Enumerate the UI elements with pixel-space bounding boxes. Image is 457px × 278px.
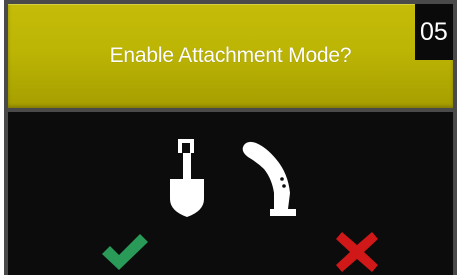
countdown-timer: 05: [415, 4, 453, 60]
dialog-title: Enable Attachment Mode?: [109, 44, 352, 67]
checkmark-icon: [102, 234, 148, 270]
confirm-button[interactable]: [100, 232, 150, 272]
dialog-frame: Enable Attachment Mode? 05: [4, 0, 457, 275]
mode-icons: [8, 112, 453, 222]
joystick-icon: [242, 141, 296, 216]
shovel-icon: [170, 139, 204, 217]
dialog-body: [8, 112, 453, 275]
x-icon: [336, 232, 378, 272]
dialog-header: Enable Attachment Mode? 05: [8, 4, 453, 108]
cancel-button[interactable]: [334, 230, 380, 274]
